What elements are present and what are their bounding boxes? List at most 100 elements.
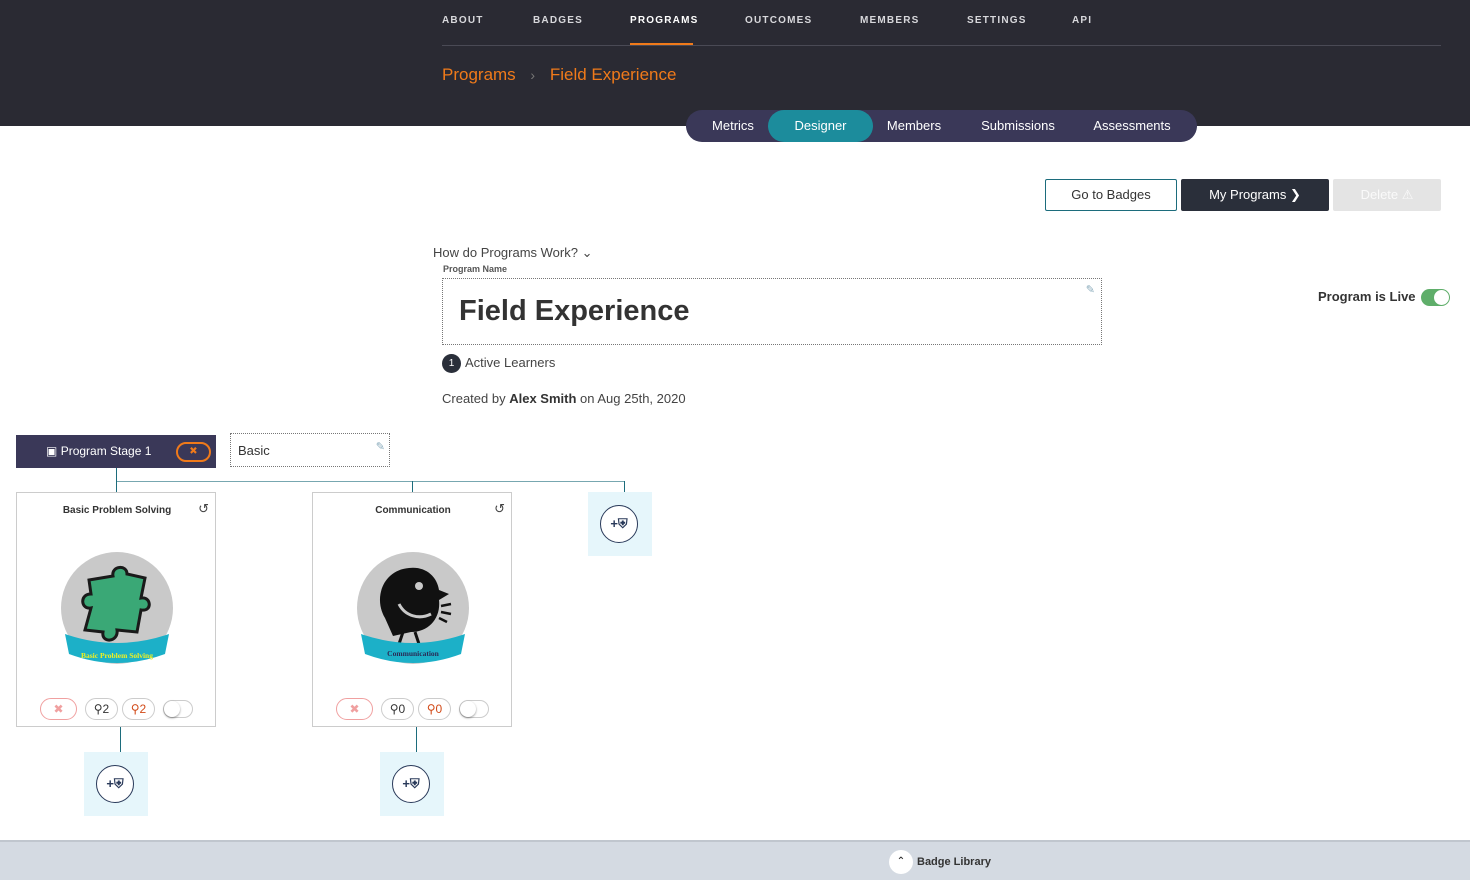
tab-designer[interactable]: Designer [768,110,873,142]
program-name-label: Program Name [443,264,508,274]
add-badge-shield-icon: +⛨ [600,505,638,543]
created-by-name: Alex Smith [509,391,577,406]
chevron-up-icon: ⌃ [889,850,913,874]
tab-submissions[interactable]: Submissions [966,110,1070,142]
nav-settings[interactable]: SETTINGS [967,15,1027,26]
my-programs-button[interactable]: My Programs ❯ [1181,179,1329,211]
active-learners-count: 1 [442,354,461,373]
designer-tabs: Metrics Designer Members Submissions Ass… [686,110,1197,142]
go-to-badges-button[interactable]: Go to Badges [1045,179,1177,211]
remove-badge-button[interactable]: ✖ [40,698,77,720]
add-badge-shield-icon: +⛨ [96,765,134,803]
badge-count-a-value: 0 [398,702,406,716]
program-stage-label: Program Stage 1 [60,444,152,458]
created-prefix: Created by [442,391,506,406]
remove-badge-button[interactable]: ✖ [336,698,373,720]
badge-count-b-value: 0 [435,702,443,716]
close-icon: ✖ [189,446,198,457]
top-navigation: ABOUT BADGES PROGRAMS OUTCOMES MEMBERS S… [442,0,1441,46]
badge-library-label: Badge Library [917,855,991,868]
delete-button[interactable]: Delete ⚠ [1333,179,1441,211]
connector-line [624,481,625,492]
nav-active-underline [630,43,693,45]
breadcrumb: Programs › Field Experience [442,64,676,85]
badge-title: Basic Problem Solving [62,505,172,516]
close-icon: ✖ [53,702,64,716]
program-name-field[interactable]: Field Experience ✎ [442,278,1102,345]
bird-badge-image: Communication [357,552,469,664]
nav-badges[interactable]: BADGES [533,15,583,26]
badge-count-b[interactable]: ⚲0 [418,698,451,720]
badge-card[interactable]: Communication ↺ Communication ✖ ⚲0 ⚲0 [312,492,512,727]
add-badge-shield-icon: +⛨ [392,765,430,803]
tab-assessments[interactable]: Assessments [1082,110,1182,142]
breadcrumb-programs[interactable]: Programs [442,65,516,85]
toggle-knob [164,701,180,717]
how-programs-work-toggle[interactable]: How do Programs Work? ⌄ [433,245,593,261]
add-badge-slot[interactable]: +⛨ [380,752,444,816]
remove-stage-button[interactable]: ✖ [176,442,211,462]
stage-name-field[interactable]: Basic ✎ [230,433,390,467]
pencil-icon[interactable]: ✎ [376,440,385,453]
nav-about[interactable]: ABOUT [442,15,484,26]
created-by-text: Created by Alex Smith on Aug 25th, 2020 [442,391,686,406]
map-pin-icon: ⚲ [130,702,140,716]
nav-outcomes[interactable]: OUTCOMES [745,15,812,26]
program-name-value: Field Experience [459,295,690,327]
connector-line [116,468,117,492]
refresh-icon[interactable]: ↺ [494,501,505,517]
map-pin-icon: ⚲ [426,702,436,716]
badge-card-footer: ✖ ⚲2 ⚲2 [40,698,210,720]
stage-name-value: Basic [238,443,270,458]
delete-label: Delete [1360,187,1399,202]
badge-count-b-value: 2 [139,702,147,716]
my-programs-label: My Programs [1209,187,1287,202]
badge-ribbon-text: Communication [387,649,439,658]
badge-library-toggle[interactable]: ⌃ Badge Library [889,850,991,874]
toggle-knob [1434,290,1449,305]
tab-members[interactable]: Members [876,110,952,142]
badge-title: Communication [375,505,451,516]
breadcrumb-current[interactable]: Field Experience [550,65,677,85]
chevron-right-icon: › [530,66,536,83]
badge-count-a[interactable]: ⚲0 [381,698,414,720]
cube-icon: ▣ [46,444,58,458]
puzzle-badge-image: Basic Problem Solving [61,552,173,664]
created-date: on Aug 25th, 2020 [580,391,686,406]
connector-line [116,481,624,482]
map-pin-icon: ⚲ [389,702,399,716]
nav-programs[interactable]: PROGRAMS [630,15,699,26]
connector-line [416,727,417,752]
map-pin-icon: ⚲ [93,702,103,716]
connector-line [412,481,413,492]
close-icon: ✖ [349,702,360,716]
badge-toggle[interactable] [163,700,193,718]
badge-count-a[interactable]: ⚲2 [85,698,118,720]
badge-card-footer: ✖ ⚲0 ⚲0 [336,698,506,720]
warning-icon: ⚠ [1401,187,1414,202]
go-to-badges-label: Go to Badges [1071,187,1151,202]
nav-members[interactable]: MEMBERS [860,15,920,26]
active-learners-label: Active Learners [465,354,556,370]
pencil-icon[interactable]: ✎ [1086,283,1095,296]
how-programs-work-label: How do Programs Work? [433,245,578,260]
badge-count-a-value: 2 [102,702,110,716]
chevron-down-icon: ⌄ [581,245,593,260]
badge-count-b[interactable]: ⚲2 [122,698,155,720]
badge-ribbon-text: Basic Problem Solving [81,651,153,660]
active-learners: 1 Active Learners [442,354,555,373]
app-header: ABOUT BADGES PROGRAMS OUTCOMES MEMBERS S… [0,0,1470,126]
toggle-knob [460,701,476,717]
badge-toggle[interactable] [459,700,489,718]
refresh-icon[interactable]: ↺ [198,501,209,517]
program-live-toggle[interactable] [1421,289,1450,306]
program-live-label: Program is Live [1318,289,1416,304]
chevron-down-icon: ❯ [1290,187,1301,202]
add-badge-slot[interactable]: +⛨ [84,752,148,816]
nav-api[interactable]: API [1072,15,1092,26]
tab-metrics[interactable]: Metrics [698,110,768,142]
badge-library-bar: ⌃ Badge Library [0,840,1470,880]
badge-card[interactable]: Basic Problem Solving ↺ Basic Problem So… [16,492,216,727]
connector-line [120,727,121,752]
add-badge-slot[interactable]: +⛨ [588,492,652,556]
